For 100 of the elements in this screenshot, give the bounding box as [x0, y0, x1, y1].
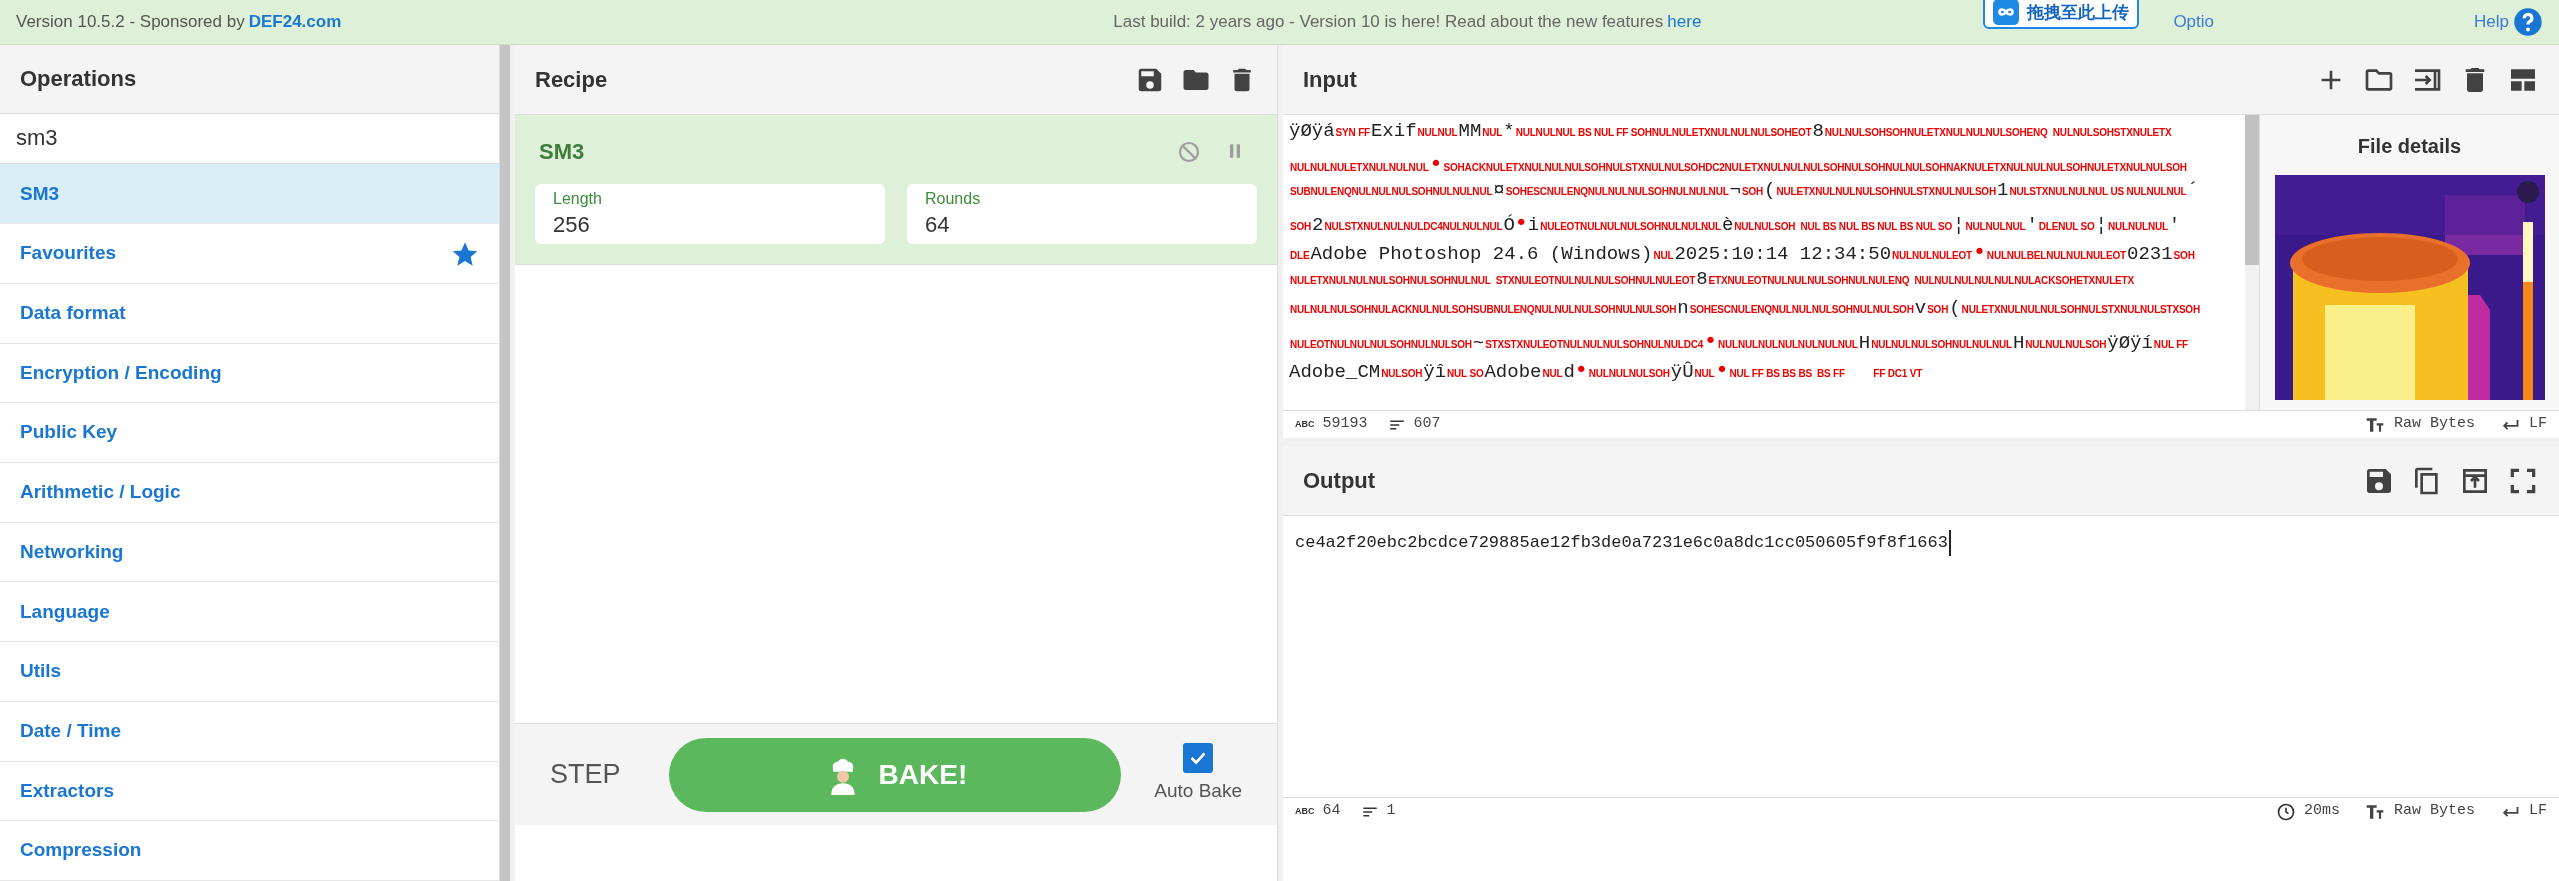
- category-label: Favourites: [20, 241, 117, 266]
- input-text: ': [2168, 212, 2181, 238]
- control-characters: NULSTXNULNULNUL US NULNULNUL: [2008, 185, 2188, 199]
- control-characters: SOHESCNULENQNULNULNULSOHNULNULNUL: [1504, 185, 1730, 199]
- control-characters: NULNUL: [1416, 127, 1458, 140]
- control-characters: NULNULNULSOHNULNULNUL: [1870, 337, 2013, 352]
- control-characters: NUL FF BS BS BS BS FF FF DC1 VT: [1728, 367, 1924, 381]
- control-characters: SOH: [1741, 185, 1765, 199]
- control-characters: NUL SO: [1446, 368, 1484, 381]
- bullet-character: •: [1514, 208, 1528, 237]
- input-text: i: [1527, 212, 1540, 238]
- control-characters: SYN FF: [1334, 126, 1371, 140]
- line-ending-button[interactable]: LF: [2499, 413, 2547, 436]
- category-label: SM3: [20, 181, 60, 206]
- step-button[interactable]: STEP: [550, 754, 621, 795]
- encoding-button[interactable]: Raw Bytes: [2363, 413, 2475, 436]
- control-characters: NUL: [1541, 368, 1563, 381]
- upload-label: 拖拽至此上传: [2027, 1, 2130, 24]
- upload-widget[interactable]: 拖拽至此上传: [1983, 0, 2140, 30]
- control-characters: NULETXNULNULNULSOHNULSOHNULNUL STXNULEOTNULNULNULSOHNULNULEOT: [1289, 274, 1696, 288]
- control-characters: NULNULNULEOT: [1891, 249, 1973, 263]
- input-text: ÿÛ: [1670, 360, 1694, 385]
- category-label: Encryption / Encoding: [20, 360, 222, 385]
- control-characters: NULETXNULNULNULSOHNULSTXNULNULSOH: [1775, 185, 1997, 199]
- line-ending-button[interactable]: LF: [2499, 800, 2547, 823]
- field-value: 256: [553, 211, 591, 239]
- control-characters: NULNULNULSOH: [1587, 367, 1671, 381]
- output-text[interactable]: ce4a2f20ebc2bcdce729885ae12fb3de0a7231e6c0a8dc1cc050605f9f8f1663: [1295, 530, 1951, 556]
- control-characters: NUL: [1481, 126, 1504, 140]
- input-text: ~: [1472, 330, 1485, 356]
- control-characters: NULNULNUL BS NUL FF SOHNULNULETXNULNULNULSOHEOT: [1514, 127, 1812, 140]
- input-text: (: [1949, 296, 1961, 321]
- input-text: v: [1914, 296, 1927, 321]
- input-text: 1: [1996, 178, 2009, 203]
- options-link[interactable]: Optio: [2173, 9, 2214, 35]
- control-characters: NULSOH: [1380, 367, 1424, 381]
- category-label: Public Key: [20, 420, 118, 445]
- input-text: ¬: [1729, 178, 1741, 203]
- argument-field[interactable]: Length 256: [535, 184, 885, 244]
- input-text: ¤: [1493, 178, 1505, 203]
- scrollbar-thumb[interactable]: [2245, 115, 2259, 265]
- category-item[interactable]: SM3: [0, 164, 499, 225]
- length-value: 59193: [1322, 414, 1368, 435]
- argument-field[interactable]: Rounds 64: [907, 184, 1257, 244]
- category-label: Extractors: [20, 778, 114, 803]
- category-label: Utils: [20, 659, 62, 684]
- input-text: H: [1858, 330, 1871, 356]
- category-label: Data format: [20, 300, 126, 325]
- control-characters: SOH: [1289, 219, 1313, 234]
- control-characters: NULNULSOHSOHNULETXNULNULNULSOHENQ NULNULSOHSTXNULETX: [1823, 126, 2173, 140]
- bake-time: 20ms: [2303, 801, 2340, 822]
- category-label: Arithmetic / Logic: [20, 480, 181, 505]
- input-text: ¦: [2095, 212, 2107, 238]
- control-characters: NULNULSOH NUL BS NUL BS NUL BS NUL SO: [1733, 219, 1954, 234]
- control-characters: NULSTXNULNULNULDC4NULNULNUL: [1323, 220, 1503, 234]
- control-characters: NULEOTNULNULNULSOHNULNULNUL: [1539, 219, 1722, 234]
- scrollbar[interactable]: [500, 45, 510, 881]
- input-text: MM: [1458, 119, 1482, 144]
- length-label: ABC: [1295, 804, 1315, 818]
- operation-name: SM3: [539, 138, 585, 166]
- control-characters: SOHESCNULENQNULNULNULSOHNULNULSOH: [1688, 303, 1915, 317]
- input-text: ´: [2187, 178, 2199, 203]
- control-characters: SUBNULENQNULNULNULSOHNULNULNUL: [1289, 185, 1494, 199]
- help-icon: [2513, 7, 2543, 37]
- field-value: 64: [925, 211, 951, 239]
- checkbox[interactable]: [1183, 743, 1214, 774]
- control-characters: NUL: [1693, 367, 1716, 381]
- clock-icon: [2275, 801, 2296, 822]
- bullet-character: •: [1429, 149, 1443, 178]
- input-text: 0231: [2127, 242, 2173, 267]
- length-label: ABC: [1295, 417, 1315, 431]
- scrollbar[interactable]: [2245, 115, 2259, 410]
- line-count: 607: [1413, 414, 1441, 435]
- help-link[interactable]: Help: [2474, 9, 2509, 35]
- line-count: 1: [1386, 801, 1396, 822]
- category-label: Compression: [20, 838, 142, 863]
- bullet-character: •: [1704, 326, 1718, 355]
- length-value: 64: [1322, 801, 1341, 822]
- field-label: Length: [553, 189, 603, 209]
- input-text: Adobe_CM: [1289, 360, 1381, 385]
- input-text: 2: [1312, 212, 1324, 238]
- news-link[interactable]: here: [1667, 9, 1702, 35]
- field-label: Rounds: [925, 189, 982, 209]
- control-characters: NUL FF: [2152, 337, 2190, 352]
- infinity-icon: [1993, 0, 2020, 26]
- control-characters: NULNULNULSOH: [2024, 337, 2108, 352]
- input-text: n: [1677, 296, 1689, 321]
- encoding-button[interactable]: Raw Bytes: [2363, 800, 2475, 823]
- panel-title: Operations: [20, 65, 137, 94]
- panel-title: File details: [2357, 134, 2462, 159]
- control-characters: ETXNULEOTNULNULNULSOHNULNULENQ NULNULNULNULNULNULACKSOHETXNULETX: [1707, 273, 2135, 288]
- input-text: ÿØÿá: [1289, 119, 1335, 144]
- sponsor-link[interactable]: DEF24.com: [248, 9, 342, 35]
- bake-button[interactable]: BAKE!: [668, 737, 1122, 812]
- control-characters: SOH: [1926, 303, 1950, 317]
- control-characters: NULEOTNULNULNULSOHNULNULSOH: [1289, 337, 1473, 352]
- checkbox-label: Auto Bake: [1154, 779, 1242, 804]
- input-text: Adobe: [1484, 360, 1542, 385]
- bullet-character: •: [1715, 356, 1729, 384]
- bullet-character: •: [1574, 356, 1588, 384]
